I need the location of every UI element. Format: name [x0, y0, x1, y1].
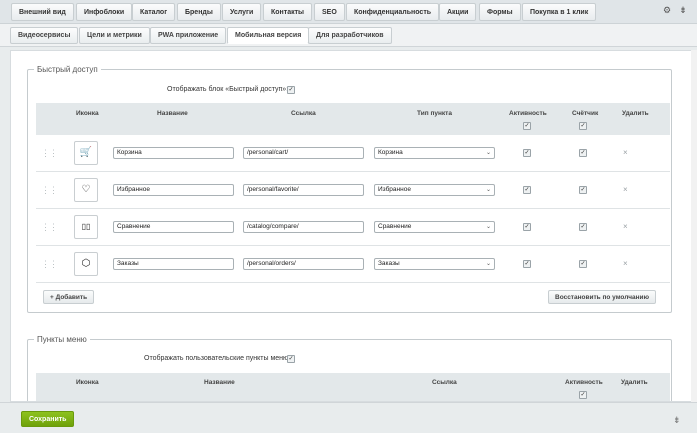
scrollbar[interactable]: [691, 50, 697, 402]
counter-checkbox[interactable]: ✓: [579, 223, 587, 231]
active-checkbox[interactable]: ✓: [523, 223, 531, 231]
drag-handle-icon[interactable]: ⋮⋮: [41, 222, 58, 233]
name-input[interactable]: Избранное: [113, 184, 234, 196]
chevron-down-icon: ⌄: [485, 150, 491, 156]
col-active-header: Активность: [565, 379, 603, 386]
col-counter-header: Счётчик: [572, 110, 599, 117]
col-link-header: Ссылка: [291, 110, 316, 117]
type-select-value: Заказы: [378, 260, 400, 267]
table-row: ⋮⋮ 🛒 Корзина /personal/cart/ Корзина ⌄ ✓ …: [36, 135, 670, 172]
add-item-button[interactable]: + Добавить: [43, 290, 95, 304]
type-select[interactable]: Сравнение ⌄: [374, 221, 495, 233]
type-select-value: Избранное: [378, 186, 411, 193]
type-select[interactable]: Заказы ⌄: [374, 258, 495, 270]
col-active-header: Активность: [509, 110, 547, 117]
sub-tabs-bar: Видеосервисы Цели и метрики PWA приложен…: [0, 24, 697, 47]
table-row: ⋮⋮ ♡ Избранное /personal/favorite/ Избра…: [36, 172, 670, 209]
table-row: ⋮⋮ ▯▯ Сравнение /catalog/compare/ Сравне…: [36, 209, 670, 246]
tab-one-click-buy[interactable]: Покупка в 1 клик: [522, 3, 597, 21]
gear-icon[interactable]: ⚙: [662, 5, 672, 17]
tab-services[interactable]: Услуги: [222, 3, 262, 21]
heart-icon[interactable]: ♡: [74, 178, 98, 202]
active-all-checkbox[interactable]: ✓: [579, 391, 587, 399]
delete-icon[interactable]: ×: [623, 185, 628, 194]
quick-access-rows: ⋮⋮ 🛒 Корзина /personal/cart/ Корзина ⌄ ✓ …: [36, 135, 670, 285]
box-icon[interactable]: ⬡: [74, 252, 98, 276]
menu-items-legend: Пункты меню: [34, 335, 90, 344]
quick-access-table-header: Иконка Название Ссылка Тип пункта Активн…: [36, 103, 670, 135]
chevron-down-icon: ⌄: [485, 187, 491, 193]
type-select-value: Сравнение: [378, 223, 412, 230]
tab-appearance[interactable]: Внешний вид: [11, 3, 74, 21]
chevron-down-icon: ⌄: [485, 224, 491, 230]
tab-infoblocks[interactable]: Инфоблоки: [76, 3, 133, 21]
link-input[interactable]: /personal/orders/: [243, 258, 364, 270]
col-type-header: Тип пункта: [417, 110, 452, 117]
name-input[interactable]: Сравнение: [113, 221, 234, 233]
quick-access-legend: Быстрый доступ: [34, 65, 101, 74]
tab-developers[interactable]: Для разработчиков: [308, 27, 392, 44]
active-checkbox[interactable]: ✓: [523, 149, 531, 157]
tab-mobile-version[interactable]: Мобильная версия: [227, 27, 310, 44]
type-select-value: Корзина: [378, 149, 403, 156]
pin-icon[interactable]: ⇟: [673, 415, 681, 426]
tab-catalog[interactable]: Каталог: [132, 3, 176, 21]
pin-icon[interactable]: ⇟: [678, 5, 688, 17]
restore-defaults-button[interactable]: Восстановить по умолчанию: [548, 290, 657, 304]
tab-contacts[interactable]: Контакты: [263, 3, 313, 21]
delete-icon[interactable]: ×: [623, 222, 628, 231]
show-quick-access-label: Отображать блок «Быстрый доступ»:: [167, 86, 289, 93]
drag-handle-icon[interactable]: ⋮⋮: [41, 185, 58, 196]
delete-icon[interactable]: ×: [623, 148, 628, 157]
col-icon-header: Иконка: [76, 379, 99, 386]
counter-checkbox[interactable]: ✓: [579, 260, 587, 268]
tab-brands[interactable]: Бренды: [177, 3, 221, 21]
drag-handle-icon[interactable]: ⋮⋮: [41, 259, 58, 270]
col-link-header: Ссылка: [432, 379, 457, 386]
tab-goals-metrics[interactable]: Цели и метрики: [79, 27, 150, 44]
type-select[interactable]: Избранное ⌄: [374, 184, 495, 196]
counter-all-checkbox[interactable]: ✓: [579, 122, 587, 130]
tab-pwa[interactable]: PWA приложение: [150, 27, 227, 44]
link-input[interactable]: /personal/favorite/: [243, 184, 364, 196]
counter-checkbox[interactable]: ✓: [579, 186, 587, 194]
tab-privacy[interactable]: Конфиденциальность: [346, 3, 440, 21]
col-delete-header: Удалить: [622, 110, 649, 117]
tab-seo[interactable]: SEO: [314, 3, 345, 21]
tab-forms[interactable]: Формы: [479, 3, 521, 21]
col-delete-header: Удалить: [621, 379, 648, 386]
delete-icon[interactable]: ×: [623, 259, 628, 268]
chevron-down-icon: ⌄: [485, 261, 491, 267]
counter-checkbox[interactable]: ✓: [579, 149, 587, 157]
link-input[interactable]: /personal/cart/: [243, 147, 364, 159]
active-checkbox[interactable]: ✓: [523, 186, 531, 194]
settings-panel: Быстрый доступ Отображать блок «Быстрый …: [10, 50, 694, 402]
add-item-label: Добавить: [55, 294, 88, 301]
quick-access-section: Быстрый доступ Отображать блок «Быстрый …: [27, 65, 672, 313]
type-select[interactable]: Корзина ⌄: [374, 147, 495, 159]
plus-icon: +: [50, 294, 54, 301]
main-tabs-bar: Внешний вид Инфоблоки Каталог Бренды Усл…: [0, 0, 697, 24]
menu-items-table-header: Иконка Название Ссылка Активность ✓ Удал…: [36, 373, 670, 401]
save-button[interactable]: Сохранить: [21, 411, 75, 427]
show-menu-items-label: Отображать пользовательские пункты меню:: [144, 355, 291, 362]
table-row: ⋮⋮ ⬡ Заказы /personal/orders/ Заказы ⌄ ✓ …: [36, 246, 670, 283]
tab-video-services[interactable]: Видеосервисы: [10, 27, 79, 44]
active-checkbox[interactable]: ✓: [523, 260, 531, 268]
col-name-header: Название: [204, 379, 235, 386]
name-input[interactable]: Заказы: [113, 258, 234, 270]
drag-handle-icon[interactable]: ⋮⋮: [41, 148, 58, 159]
col-name-header: Название: [157, 110, 188, 117]
tab-promotions[interactable]: Акции: [439, 3, 477, 21]
show-quick-access-checkbox[interactable]: ✓: [287, 86, 295, 94]
menu-items-section: Пункты меню Отображать пользовательские …: [27, 335, 672, 401]
show-menu-items-checkbox[interactable]: ✓: [287, 355, 295, 363]
cart-icon[interactable]: 🛒: [74, 141, 98, 165]
compare-icon[interactable]: ▯▯: [74, 215, 98, 239]
link-input[interactable]: /catalog/compare/: [243, 221, 364, 233]
name-input[interactable]: Корзина: [113, 147, 234, 159]
active-all-checkbox[interactable]: ✓: [523, 122, 531, 130]
col-icon-header: Иконка: [76, 110, 99, 117]
footer-bar: Сохранить ⇟: [0, 402, 697, 433]
